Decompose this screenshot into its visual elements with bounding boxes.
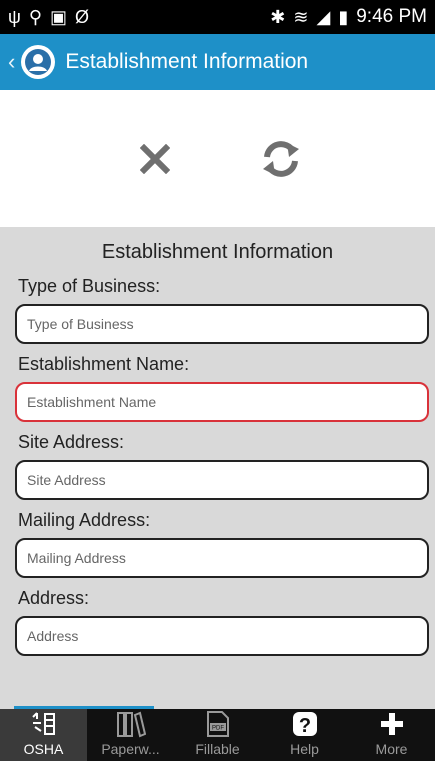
books-icon [116, 709, 146, 739]
battery-icon: ▮ [338, 7, 349, 27]
type-of-business-input[interactable] [15, 304, 429, 344]
bottom-tab-bar: OSHA Paperw... PDF Fillable ? Help More [0, 709, 435, 761]
form-title: Establishment Information [101, 241, 334, 263]
tab-more-label: More [375, 741, 408, 757]
status-right-icons: ✱ ≋ ◢ ▮ 9:46 PM [270, 6, 427, 28]
clear-button[interactable] [127, 131, 183, 187]
status-bar: ψ ⚲ ▣ Ø ✱ ≋ ◢ ▮ 9:46 PM [0, 0, 435, 34]
back-chevron-icon[interactable]: ‹ [8, 49, 15, 75]
tab-help-label: Help [290, 741, 319, 757]
svg-text:PDF: PDF [212, 726, 224, 732]
status-left-icons: ψ ⚲ ▣ Ø [8, 8, 89, 26]
wifi-icon: ≋ [293, 7, 309, 27]
tab-paperwork-label: Paperw... [101, 741, 160, 757]
status-time: 9:46 PM [356, 6, 427, 27]
tab-paperwork[interactable]: Paperw... [87, 709, 174, 761]
tab-more[interactable]: More [348, 709, 435, 761]
user-icon [25, 49, 52, 75]
tab-fillable-label: Fillable [195, 741, 240, 757]
site-address-input[interactable] [15, 460, 429, 500]
address-input[interactable] [15, 616, 429, 656]
establishment-form: Establishment Information Type of Busine… [0, 227, 435, 709]
address-label: Address: [18, 588, 90, 608]
avatar[interactable] [21, 45, 56, 79]
usb-icon: ψ [8, 7, 21, 27]
page-title: Establishment Information [65, 50, 309, 73]
swipe-icon: Ø [75, 7, 90, 27]
mailing-address-label: Mailing Address: [18, 510, 151, 530]
bluetooth-icon: ✱ [270, 7, 286, 27]
close-icon [139, 143, 170, 174]
refresh-icon [262, 140, 299, 177]
tab-help[interactable]: ? Help [261, 709, 348, 761]
pdf-icon: PDF [205, 709, 231, 739]
plus-icon [379, 709, 405, 739]
tab-osha-label: OSHA [23, 741, 64, 757]
image-icon: ▣ [50, 7, 68, 27]
mailing-address-input[interactable] [15, 538, 429, 578]
app-bar: ‹ Establishment Information [0, 34, 435, 90]
site-address-label: Site Address: [18, 432, 125, 452]
location-icon: ⚲ [28, 7, 43, 27]
refresh-button[interactable] [253, 131, 309, 187]
type-of-business-label: Type of Business: [18, 276, 161, 296]
svg-text:?: ? [298, 715, 310, 737]
establishment-name-label: Establishment Name: [18, 354, 190, 374]
tab-fillable[interactable]: PDF Fillable [174, 709, 261, 761]
signal-icon: ◢ [316, 7, 331, 27]
help-icon: ? [291, 709, 319, 739]
tab-osha[interactable]: OSHA [0, 709, 87, 761]
establishment-name-input[interactable] [15, 382, 429, 422]
osha-icon [31, 709, 57, 739]
action-row [0, 90, 435, 227]
